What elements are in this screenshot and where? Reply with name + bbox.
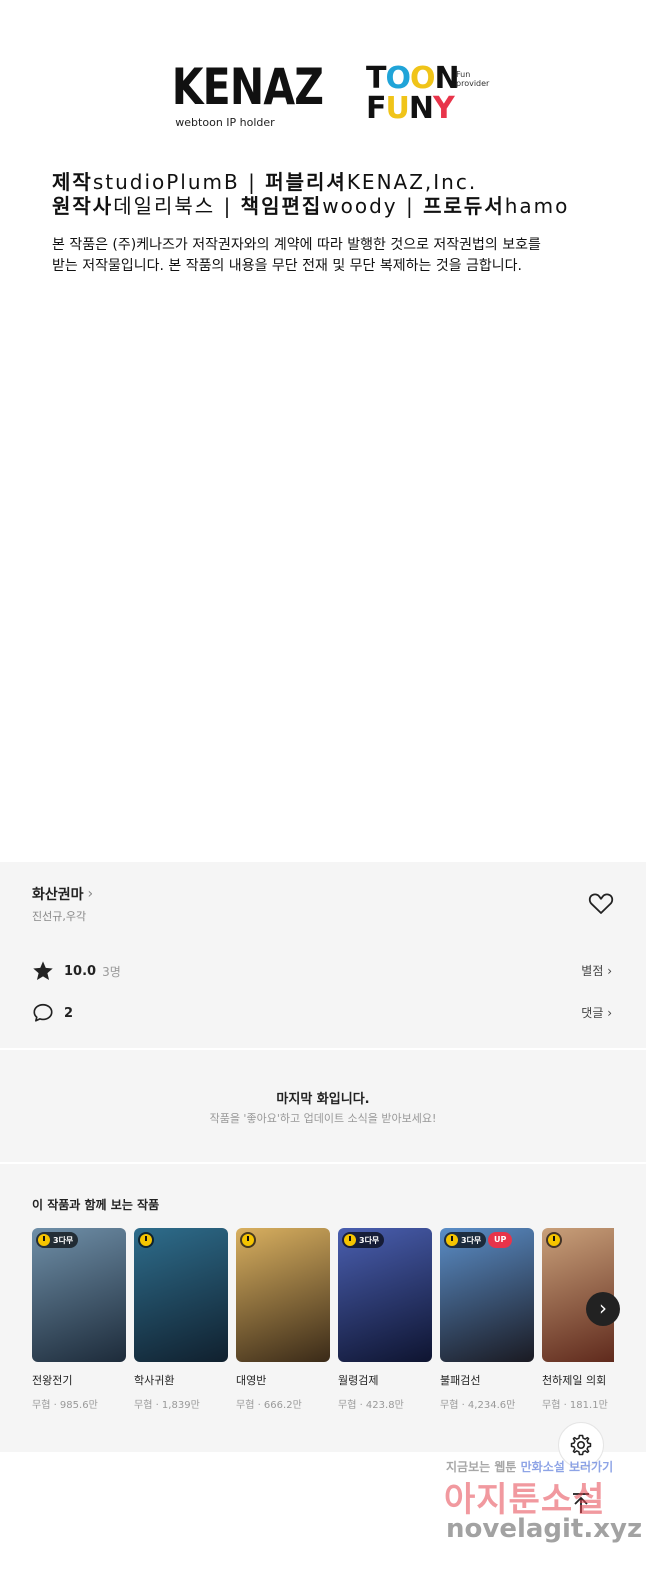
series-title-link[interactable]: 화산권마 › <box>32 884 93 904</box>
recommendation-meta: 무협 · 181.1만 <box>542 1400 608 1411</box>
kenaz-logo-subtitle: webtoon IP holder <box>175 116 275 129</box>
clock-icon <box>446 1234 458 1246</box>
rate-link[interactable]: 별점 › <box>581 962 612 979</box>
series-title: 화산권마 <box>32 887 84 903</box>
recommendation-thumbnail: 3다무 UP <box>440 1228 534 1362</box>
heart-icon[interactable] <box>588 892 614 916</box>
recommendation-meta: 무협 · 666.2만 <box>236 1400 302 1411</box>
recommendation-meta: 무협 · 423.8만 <box>338 1400 404 1411</box>
site-watermark: 지금보는 웹툰 만화소설 보러가기 아지툰소설 novelagit.xyz <box>440 1458 643 1568</box>
recommendation-card[interactable]: 대영반무협 · 666.2만 <box>236 1228 330 1411</box>
recommendation-title: 전왕전기 <box>32 1374 73 1387</box>
recommendation-card[interactable]: 3다무전왕전기무협 · 985.6만 <box>32 1228 126 1411</box>
wait-free-badge: 3다무 <box>342 1232 385 1248</box>
recommendations-section: 이 작품과 함께 보는 작품 3다무 전왕전기 무협 · 985.6만 학사귀환 무협 … <box>0 1164 646 1452</box>
rating-score: 10.0 <box>64 963 97 979</box>
publisher-logos: KENAZ webtoon IP holder TOON FUNY Fun pr… <box>0 60 646 140</box>
wait-free-badge <box>138 1232 154 1248</box>
chevron-right-icon: › <box>87 886 94 902</box>
watermark-line3: novelagit.xyz <box>446 1514 643 1544</box>
toonfuny-logo-row1: TOON <box>366 61 460 96</box>
comments-link[interactable]: 댓글 › <box>581 1004 612 1021</box>
recommendation-title: 학사귀환 <box>134 1374 175 1387</box>
kenaz-logo-word: KENAZ <box>171 58 324 116</box>
copyright-notice-line1: 본 작품은 (주)케나즈가 저작권자와의 계약에 따라 발행한 것으로 저작권법… <box>52 237 541 253</box>
recommendation-title: 대영반 <box>236 1374 267 1387</box>
wait-free-badge <box>546 1232 562 1248</box>
last-episode-subtitle: 작품을 '좋아요'하고 업데이트 소식을 받아보세요! <box>209 1112 437 1125</box>
recommendation-thumbnail: 3다무 <box>32 1228 126 1362</box>
toonfuny-logo-row2: FUNY <box>366 91 455 126</box>
series-info-panel: 화산권마 › 진선규,우각 10.0 3명 별점 › 2 댓글 › <box>0 862 646 1048</box>
clock-icon <box>548 1234 560 1246</box>
update-badge: UP <box>488 1232 513 1248</box>
clock-icon <box>38 1234 50 1246</box>
recommendations-heading: 이 작품과 함께 보는 작품 <box>32 1198 160 1212</box>
comment-count: 2 <box>64 1005 74 1021</box>
clock-icon <box>242 1234 254 1246</box>
recommendation-card[interactable]: 학사귀환무협 · 1,839만 <box>134 1228 228 1411</box>
toonfuny-tagline: Fun provider <box>456 70 490 88</box>
series-authors: 진선규,우각 <box>32 910 87 923</box>
recommendation-thumbnail <box>236 1228 330 1362</box>
comment-bubble-icon <box>33 1003 53 1022</box>
carousel-next-button[interactable]: › <box>586 1292 620 1326</box>
recommendation-meta: 무협 · 4,234.6만 <box>440 1400 516 1411</box>
episode-credit-image: KENAZ webtoon IP holder TOON FUNY Fun pr… <box>0 0 646 862</box>
recommendation-card[interactable]: 3다무 UP 불패검선무협 · 4,234.6만 <box>440 1228 534 1411</box>
gear-icon <box>570 1434 592 1456</box>
rating-voter-count: 3명 <box>102 964 121 979</box>
comment-summary: 2 <box>32 1002 73 1024</box>
recommendation-meta: 무협 · 985.6만 <box>32 1400 98 1411</box>
recommendation-thumbnail <box>134 1228 228 1362</box>
credit-line-original: 원작사데일리북스 | 책임편집woody | 프로듀서hamo <box>52 194 570 218</box>
toonfuny-logo: TOON FUNY Fun provider <box>364 64 494 128</box>
recommendation-meta: 무협 · 1,839만 <box>134 1400 200 1411</box>
recommendation-title: 월령검제 <box>338 1374 379 1387</box>
recommendation-title: 천하제일 의회 <box>542 1374 607 1387</box>
wait-free-badge <box>240 1232 256 1248</box>
kenaz-logo: KENAZ webtoon IP holder <box>160 58 324 129</box>
recommendation-card[interactable]: 3다무월령검제무협 · 423.8만 <box>338 1228 432 1411</box>
recommendations-carousel[interactable]: 3다무 전왕전기 무협 · 985.6만 학사귀환 무협 · 1,839만 대영반 무협 ·… <box>32 1228 614 1418</box>
star-icon <box>33 961 53 980</box>
wait-free-badge: 3다무 <box>444 1232 487 1248</box>
rating-summary: 10.0 3명 <box>32 960 121 982</box>
clock-icon <box>140 1234 152 1246</box>
wait-free-badge: 3다무 <box>36 1232 79 1248</box>
recommendation-title: 불패검선 <box>440 1374 481 1387</box>
last-episode-title: 마지막 화입니다. <box>276 1092 370 1107</box>
clock-icon <box>344 1234 356 1246</box>
recommendation-thumbnail: 3다무 <box>338 1228 432 1362</box>
copyright-notice-line2: 받는 저작물입니다. 본 작품의 내용을 무단 전재 및 무단 복제하는 것을 … <box>52 258 523 274</box>
last-episode-notice: 마지막 화입니다. 작품을 '좋아요'하고 업데이트 소식을 받아보세요! <box>0 1050 646 1162</box>
